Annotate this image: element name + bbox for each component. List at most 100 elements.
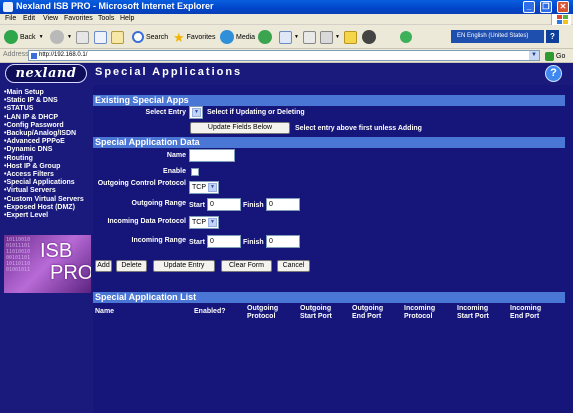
enable-checkbox[interactable] <box>191 168 199 176</box>
menu-bar: File Edit View Favorites Tools Help <box>0 14 573 25</box>
home-button[interactable] <box>111 29 124 45</box>
sidebar-item-exposed-host[interactable]: Exposed Host (DMZ) <box>4 204 84 212</box>
isb-pro-image: 10110010 01011101 11010010 00101101 1011… <box>4 235 91 293</box>
outgoing-range-label: Outgoing Range <box>131 200 186 207</box>
update-fields-button[interactable]: Update Fields Below <box>190 122 290 134</box>
menu-favorites[interactable]: Favorites <box>64 15 93 22</box>
sidebar-item-expert-level[interactable]: Expert Level <box>4 212 84 220</box>
col-outgoing-start-port: Outgoing Start Port <box>300 305 332 320</box>
maximize-button[interactable]: ❐ <box>540 1 552 13</box>
incoming-range-label: Incoming Range <box>131 237 186 244</box>
sidebar-item-config-password[interactable]: Config Password <box>4 122 84 130</box>
sidebar-item-host-ip-group[interactable]: Host IP & Group <box>4 163 84 171</box>
messenger-button[interactable] <box>400 29 412 45</box>
sidebar-item-routing[interactable]: Routing <box>4 155 84 163</box>
close-button[interactable]: ✕ <box>557 1 569 13</box>
go-button[interactable]: Go <box>545 50 570 62</box>
sidebar-item-custom-virtual-servers[interactable]: Custom Virtual Servers <box>4 196 83 204</box>
minimize-button[interactable]: _ <box>523 1 535 13</box>
isb-text: ISB <box>40 240 73 262</box>
sidebar-item-static-ip-dns[interactable]: Static IP & DNS <box>4 97 84 105</box>
language-help-button[interactable]: ? <box>546 30 559 43</box>
main-content: Existing Special Apps Select Entry ▼ Sel… <box>93 85 565 413</box>
cancel-button[interactable]: Cancel <box>277 260 310 272</box>
sidebar-item-backup[interactable]: Backup/Analog/ISDN <box>4 130 84 138</box>
binary-pattern: 10110010 01011101 11010010 00101101 1011… <box>6 237 31 273</box>
app-data-header: Special Application Data <box>93 137 565 148</box>
col-name: Name <box>95 308 115 315</box>
help-icon[interactable]: ? <box>545 65 562 82</box>
messenger-icon <box>400 31 412 43</box>
sidebar-item-virtual-servers[interactable]: Virtual Servers <box>4 187 84 195</box>
outgoing-finish-input[interactable]: 0 <box>266 198 300 211</box>
delete-button[interactable]: Delete <box>116 260 147 272</box>
chevron-down-icon[interactable]: ▼ <box>39 34 44 40</box>
edit-button[interactable]: ▼ <box>320 29 340 45</box>
history-button[interactable] <box>258 29 272 45</box>
sidebar-item-special-applications[interactable]: Special Applications <box>4 179 84 187</box>
outgoing-finish-label: Finish <box>243 202 264 209</box>
outgoing-start-input[interactable]: 0 <box>207 198 241 211</box>
update-entry-button[interactable]: Update Entry <box>153 260 215 272</box>
page-header: nexland Special Applications ? <box>0 63 573 85</box>
incoming-start-input[interactable]: 0 <box>207 235 241 248</box>
sidebar-item-advanced-pppoe[interactable]: Advanced PPPoE <box>4 138 84 146</box>
sidebar-item-lan-ip-dhcp[interactable]: LAN IP & DHCP <box>4 114 84 122</box>
incoming-data-label: Incoming Data Protocol <box>107 218 186 225</box>
research-button[interactable] <box>362 29 376 45</box>
window-title: Nexland ISB PRO - Microsoft Internet Exp… <box>16 1 214 11</box>
update-hint: Select entry above first unless Adding <box>295 125 422 132</box>
menu-tools[interactable]: Tools <box>98 15 114 22</box>
stop-button[interactable] <box>76 29 89 45</box>
discuss-icon <box>344 30 357 44</box>
menu-edit[interactable]: Edit <box>23 15 35 22</box>
menu-file[interactable]: File <box>5 15 16 22</box>
print-icon <box>303 30 316 44</box>
language-bar[interactable]: EN English (United States) <box>451 30 544 43</box>
address-input[interactable]: http://192.168.0.1/ <box>28 50 540 61</box>
page-title: Special Applications <box>95 66 243 78</box>
incoming-protocol-select[interactable]: TCP ▼ <box>189 216 219 229</box>
chevron-down-icon[interactable]: ▼ <box>335 34 340 40</box>
browser-toolbar: Back ▼ ▼ Search ★ Favorites Media ▼ ▼ EN… <box>0 25 573 49</box>
search-button[interactable]: Search <box>132 29 168 45</box>
chevron-down-icon: ▼ <box>208 218 217 227</box>
outgoing-control-label: Outgoing Control Protocol <box>97 180 186 187</box>
menu-help[interactable]: Help <box>120 15 134 22</box>
back-button[interactable]: Back ▼ <box>4 29 44 45</box>
forward-button[interactable]: ▼ <box>50 29 72 45</box>
refresh-button[interactable] <box>94 29 107 45</box>
col-incoming-end-port: Incoming End Port <box>510 305 542 320</box>
select-entry-dropdown[interactable]: ▼ <box>189 106 203 119</box>
address-label: Address <box>3 51 29 58</box>
address-url: http://192.168.0.1/ <box>39 52 88 58</box>
favorites-button[interactable]: ★ Favorites <box>173 29 215 45</box>
app-list-header: Special Application List <box>93 292 565 303</box>
menu-view[interactable]: View <box>43 15 58 22</box>
sidebar-item-access-filters[interactable]: Access Filters <box>4 171 84 179</box>
history-icon <box>258 30 272 44</box>
go-arrow-icon <box>545 51 554 61</box>
add-button[interactable]: Add <box>95 260 112 272</box>
sidebar-item-main-setup[interactable]: Main Setup <box>4 89 84 97</box>
sidebar-item-dynamic-dns[interactable]: Dynamic DNS <box>4 146 84 154</box>
media-button[interactable]: Media <box>220 29 255 45</box>
ie-icon <box>3 2 13 12</box>
chevron-down-icon[interactable]: ▼ <box>294 34 299 40</box>
col-incoming-start-port: Incoming Start Port <box>457 305 489 320</box>
research-icon <box>362 30 376 44</box>
name-label: Name <box>166 152 186 159</box>
address-dropdown-icon[interactable]: ▼ <box>529 51 539 60</box>
incoming-start-label: Start <box>189 239 205 246</box>
print-button[interactable] <box>303 29 316 45</box>
sidebar-item-status[interactable]: STATUS <box>4 105 84 113</box>
name-input[interactable] <box>189 149 235 162</box>
chevron-down-icon[interactable]: ▼ <box>67 34 72 40</box>
incoming-finish-input[interactable]: 0 <box>266 235 300 248</box>
outgoing-protocol-select[interactable]: TCP ▼ <box>189 181 219 194</box>
outgoing-start-label: Start <box>189 202 205 209</box>
mail-button[interactable]: ▼ <box>279 29 299 45</box>
discuss-button[interactable] <box>344 29 357 45</box>
clear-form-button[interactable]: Clear Form <box>221 260 272 272</box>
forward-arrow-icon <box>50 30 64 44</box>
